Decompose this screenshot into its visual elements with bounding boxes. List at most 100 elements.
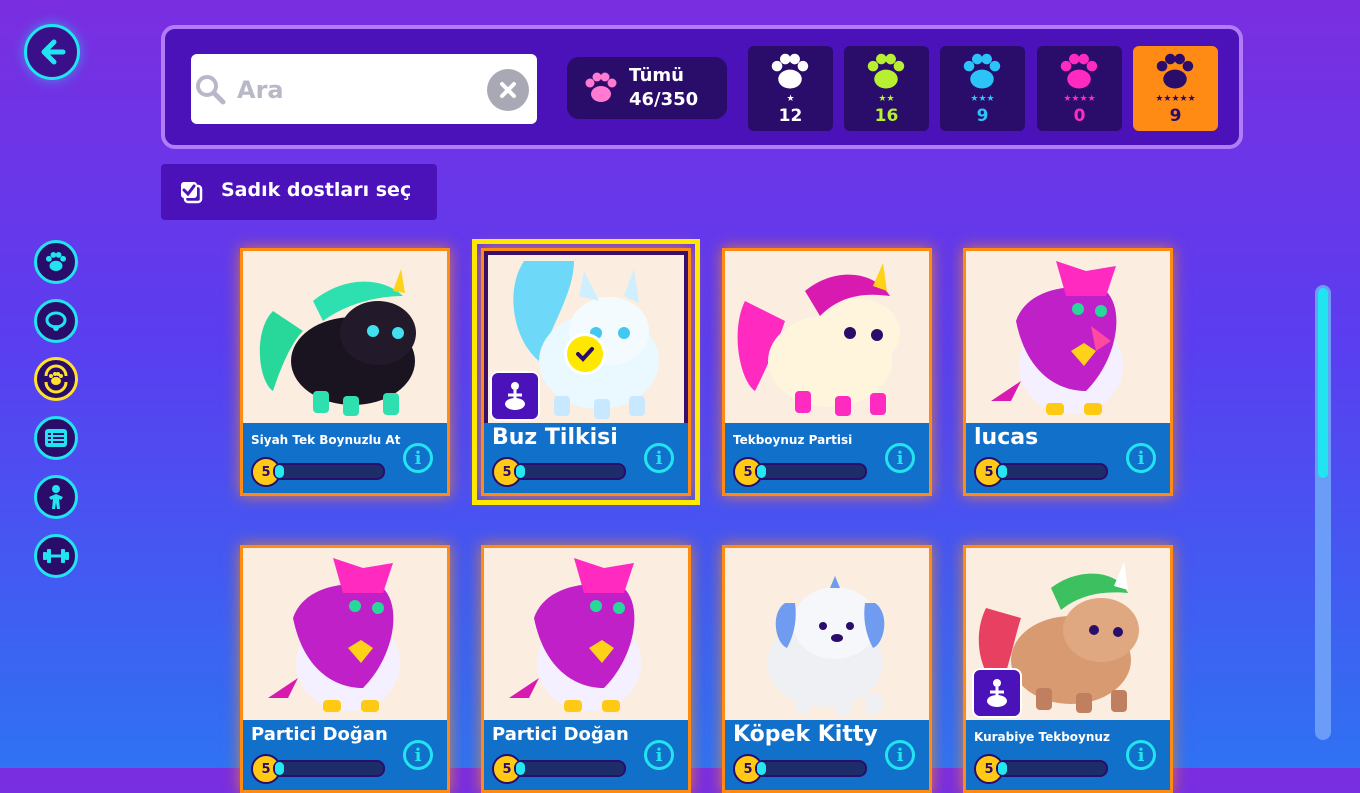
search-input[interactable]: Ara	[191, 54, 537, 124]
xp-fill	[516, 762, 525, 775]
pet-card[interactable]: Buz Tilkisi 5 i	[472, 239, 700, 505]
search-placeholder: Ara	[237, 76, 284, 104]
pet-info-bar: Buz Tilkisi 5 i	[484, 423, 688, 493]
side-nav-pets[interactable]	[34, 240, 78, 284]
select-loyal-label: Sadık dostları seç	[221, 179, 412, 201]
list-icon	[45, 429, 67, 447]
paw-icon	[771, 53, 809, 89]
pet-info-bar: Köpek Kitty 5 i	[725, 720, 929, 790]
rarity-count: 9	[1169, 106, 1182, 126]
rarity-filter-3[interactable]: ★★★ 9	[940, 46, 1025, 131]
paw-icon	[45, 251, 67, 272]
all-pets-filter[interactable]: Tümü 46/350	[567, 57, 727, 119]
xp-fill	[275, 465, 284, 478]
xp-fill	[275, 762, 284, 775]
party-falcon-image	[991, 261, 1123, 415]
rarity-count: 0	[1073, 106, 1086, 126]
all-filter-label: Tümü	[629, 65, 684, 86]
pet-name: lucas	[974, 425, 1039, 450]
scrollbar[interactable]	[1315, 285, 1331, 740]
pet-name: Partici Doğan	[251, 724, 388, 745]
party-unicorn-image	[737, 263, 900, 416]
side-nav-pet-swap[interactable]	[34, 357, 78, 401]
party-falcon-image	[268, 558, 400, 712]
pet-name: Köpek Kitty	[733, 722, 878, 747]
rarity-stars: ★★★★	[1063, 94, 1096, 104]
xp-bar	[514, 760, 626, 777]
rarity-filter-4[interactable]: ★★★★ 0	[1037, 46, 1122, 131]
xp-fill	[998, 762, 1007, 775]
search-icon	[196, 75, 226, 105]
loyal-badge-icon	[972, 668, 1022, 718]
pet-info-bar: Partici Doğan 5 i	[484, 720, 688, 790]
side-nav-collar[interactable]	[34, 299, 78, 343]
checkbox-stack-icon	[181, 182, 203, 204]
pet-info-bar: Kurabiye Tekboynuz 5 i	[966, 720, 1170, 790]
paw-icon	[585, 72, 617, 102]
rarity-stars: ★★	[878, 94, 895, 104]
clear-search-button[interactable]	[487, 69, 529, 111]
xp-bar	[514, 463, 626, 480]
paw-icon	[963, 53, 1001, 89]
xp-bar	[755, 463, 867, 480]
dumbbell-icon	[43, 549, 69, 563]
paw-icon	[867, 53, 905, 89]
paw-icon	[1060, 53, 1098, 89]
info-button[interactable]: i	[885, 443, 915, 473]
pet-name: Kurabiye Tekboynuz	[974, 730, 1110, 744]
pet-card[interactable]: Kurabiye Tekboynuz 5 i	[963, 545, 1173, 793]
pet-card[interactable]: lucas 5 i	[963, 248, 1173, 496]
back-button[interactable]	[24, 24, 80, 80]
party-falcon-image	[509, 558, 641, 712]
pet-card[interactable]: Tekboynuz Partisi 5 i	[722, 248, 932, 496]
pet-info-bar: Partici Doğan 5 i	[243, 720, 447, 790]
person-icon	[49, 485, 63, 509]
pet-info-bar: Siyah Tek Boynuzlu At 5 i	[243, 423, 447, 493]
pet-info-bar: lucas 5 i	[966, 423, 1170, 493]
xp-bar	[996, 760, 1108, 777]
info-button[interactable]: i	[644, 443, 674, 473]
rarity-stars: ★	[786, 94, 795, 104]
paw-icon	[1156, 53, 1194, 89]
rarity-filter-5[interactable]: ★★★★★ 9	[1133, 46, 1218, 131]
xp-fill	[516, 465, 525, 478]
pet-name: Buz Tilkisi	[492, 425, 618, 450]
info-button[interactable]: i	[644, 740, 674, 770]
info-button[interactable]: i	[885, 740, 915, 770]
pet-card[interactable]: Köpek Kitty 5 i	[722, 545, 932, 793]
rarity-filter-2[interactable]: ★★ 16	[844, 46, 929, 131]
xp-bar	[273, 463, 385, 480]
scrollbar-thumb[interactable]	[1318, 288, 1328, 478]
black-unicorn-image	[259, 269, 416, 416]
dog-kitty-image	[767, 576, 885, 716]
xp-fill	[757, 762, 766, 775]
pet-name: Siyah Tek Boynuzlu At	[251, 433, 401, 447]
pet-info-bar: Tekboynuz Partisi 5 i	[725, 423, 929, 493]
close-icon	[500, 82, 516, 98]
pet-card[interactable]: Partici Doğan 5 i	[240, 545, 450, 793]
pet-name: Partici Doğan	[492, 724, 629, 745]
arrow-left-icon	[41, 39, 66, 65]
rarity-count: 12	[778, 106, 803, 126]
paw-cycle-icon	[44, 364, 68, 394]
side-nav-training[interactable]	[34, 534, 78, 578]
xp-bar	[755, 760, 867, 777]
rarity-stars: ★★★★★	[1155, 94, 1196, 104]
info-button[interactable]: i	[1126, 443, 1156, 473]
rarity-filter-1[interactable]: ★ 12	[748, 46, 833, 131]
select-loyal-pets-button[interactable]: Sadık dostları seç	[161, 164, 437, 220]
selected-check-icon	[564, 333, 606, 375]
info-button[interactable]: i	[403, 740, 433, 770]
collar-icon	[45, 311, 67, 331]
info-button[interactable]: i	[1126, 740, 1156, 770]
side-nav-character[interactable]	[34, 475, 78, 519]
xp-bar	[273, 760, 385, 777]
xp-bar	[996, 463, 1108, 480]
xp-fill	[998, 465, 1007, 478]
side-nav-list[interactable]	[34, 416, 78, 460]
pet-card[interactable]: Partici Doğan 5 i	[481, 545, 691, 793]
rarity-count: 16	[874, 106, 899, 126]
loyal-badge-icon	[490, 371, 540, 421]
pet-card[interactable]: Siyah Tek Boynuzlu At 5 i	[240, 248, 450, 496]
info-button[interactable]: i	[403, 443, 433, 473]
